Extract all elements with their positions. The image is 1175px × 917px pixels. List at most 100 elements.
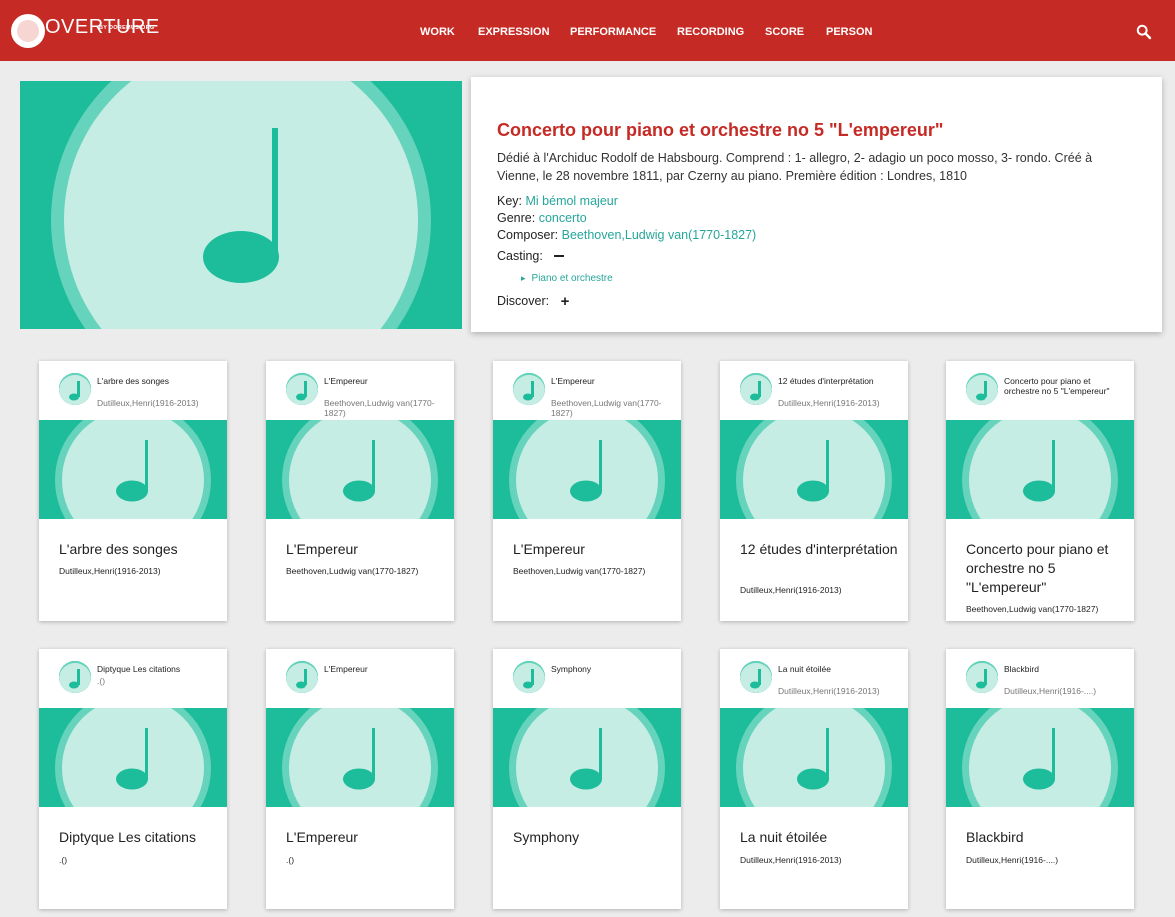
main-nav: WORK EXPRESSION PERFORMANCE RECORDING SC… bbox=[0, 26, 1175, 40]
work-card[interactable]: Blackbird Dutilleux,Henri(1916-....) Black… bbox=[946, 649, 1134, 909]
music-note-icon bbox=[20, 81, 462, 329]
nav-person[interactable]: PERSON bbox=[826, 26, 872, 38]
card-header: Concerto pour piano et orchestre no 5 "L… bbox=[946, 361, 1134, 420]
work-card[interactable]: L'Empereur Beethoven,Ludwig van(1770-1827… bbox=[493, 361, 681, 621]
work-description: Dédié à l'Archiduc Rodolf de Habsbourg. … bbox=[497, 151, 1093, 183]
card-small-title: Concerto pour piano et orchestre no 5 "L… bbox=[1004, 376, 1110, 396]
work-card[interactable]: L'arbre des songes Dutilleux,Henri(1916-2… bbox=[39, 361, 227, 621]
work-card[interactable]: Concerto pour piano et orchestre no 5 "L… bbox=[946, 361, 1134, 621]
card-cover-image bbox=[39, 708, 227, 807]
card-header: Diptyque Les citations .() bbox=[39, 649, 227, 708]
card-title[interactable]: Diptyque Les citations bbox=[59, 828, 219, 847]
card-music-note-icon bbox=[493, 708, 681, 807]
card-title[interactable]: L'Empereur bbox=[513, 540, 673, 559]
card-avatar-note-icon bbox=[513, 373, 545, 405]
casting-row: Casting: bbox=[497, 249, 565, 263]
nav-expression[interactable]: EXPRESSION bbox=[478, 26, 550, 38]
search-icon[interactable] bbox=[1136, 24, 1152, 40]
card-music-note-icon bbox=[39, 708, 227, 807]
card-small-title: 12 études d'interprétation bbox=[778, 376, 874, 386]
avatar-music-note-icon bbox=[59, 661, 91, 693]
work-title: Concerto pour piano et orchestre no 5 "L… bbox=[497, 120, 944, 140]
card-header: L'arbre des songes Dutilleux,Henri(1916-2… bbox=[39, 361, 227, 420]
nav-recording[interactable]: RECORDING bbox=[677, 26, 744, 38]
work-cover-image bbox=[20, 81, 462, 329]
card-composer: Dutilleux,Henri(1916-2013) bbox=[740, 585, 842, 595]
card-music-note-icon bbox=[946, 708, 1134, 807]
nav-score[interactable]: SCORE bbox=[765, 26, 804, 38]
card-header: L'Empereur bbox=[266, 649, 454, 708]
card-cover-image bbox=[946, 708, 1134, 807]
casting-item[interactable]: Piano et orchestre bbox=[521, 273, 613, 284]
card-cover-image bbox=[946, 420, 1134, 519]
card-title[interactable]: Symphony bbox=[513, 828, 673, 847]
card-avatar-note-icon bbox=[966, 373, 998, 405]
key-link[interactable]: Mi bémol majeur bbox=[526, 194, 618, 208]
card-title[interactable]: Blackbird bbox=[966, 828, 1126, 847]
card-title[interactable]: Concerto pour piano et orchestre no 5 "L… bbox=[966, 540, 1126, 597]
card-title[interactable]: L'arbre des songes bbox=[59, 540, 219, 559]
casting-label: Casting: bbox=[497, 249, 543, 263]
card-header: L'Empereur Beethoven,Ludwig van(1770-1827… bbox=[493, 361, 681, 420]
card-avatar-note-icon bbox=[740, 661, 772, 693]
card-title[interactable]: L'Empereur bbox=[286, 540, 446, 559]
card-music-note-icon bbox=[720, 420, 908, 519]
avatar-music-note-icon bbox=[966, 373, 998, 405]
genre-row: Genre: concerto bbox=[497, 211, 587, 225]
work-card[interactable]: L'Empereur L'Empereur .() bbox=[266, 649, 454, 909]
card-avatar-note-icon bbox=[286, 661, 318, 693]
genre-link[interactable]: concerto bbox=[539, 211, 587, 225]
card-cover-image bbox=[720, 420, 908, 519]
card-title[interactable]: La nuit étoilée bbox=[740, 828, 900, 847]
composer-row: Composer: Beethoven,Ludwig van(1770-1827… bbox=[497, 228, 756, 242]
work-card[interactable]: Symphony Symphony bbox=[493, 649, 681, 909]
card-avatar-note-icon bbox=[740, 373, 772, 405]
card-small-title: L'Empereur bbox=[324, 376, 368, 386]
card-cover-image bbox=[39, 420, 227, 519]
card-cover-image bbox=[266, 420, 454, 519]
card-header: Symphony bbox=[493, 649, 681, 708]
discover-row: Discover: + bbox=[497, 292, 570, 310]
avatar-music-note-icon bbox=[740, 373, 772, 405]
key-label: Key: bbox=[497, 194, 523, 208]
composer-link[interactable]: Beethoven,Ludwig van(1770-1827) bbox=[562, 228, 757, 242]
card-header: L'Empereur Beethoven,Ludwig van(1770-1827… bbox=[266, 361, 454, 420]
card-small-subtitle: Dutilleux,Henri(1916-....) bbox=[1004, 686, 1097, 696]
minus-icon[interactable] bbox=[554, 254, 565, 257]
card-small-subtitle: Dutilleux,Henri(1916-2013) bbox=[778, 686, 880, 696]
avatar-music-note-icon bbox=[513, 661, 545, 693]
avatar-music-note-icon bbox=[59, 373, 91, 405]
key-row: Key: Mi bémol majeur bbox=[497, 194, 618, 208]
card-avatar-note-icon bbox=[966, 661, 998, 693]
nav-work[interactable]: WORK bbox=[420, 26, 455, 38]
card-title[interactable]: L'Empereur bbox=[286, 828, 446, 847]
work-card[interactable]: La nuit étoilée Dutilleux,Henri(1916-2013… bbox=[720, 649, 908, 909]
work-card[interactable]: L'Empereur Beethoven,Ludwig van(1770-1827… bbox=[266, 361, 454, 621]
card-header: Blackbird Dutilleux,Henri(1916-....) bbox=[946, 649, 1134, 708]
card-small-title: Diptyque Les citations bbox=[97, 664, 181, 674]
card-title[interactable]: 12 études d'interprétation bbox=[740, 540, 900, 559]
work-card[interactable]: 12 études d'interprétation Dutilleux,Henr… bbox=[720, 361, 908, 621]
card-composer: .() bbox=[59, 855, 68, 865]
card-header: 12 études d'interprétation Dutilleux,Henr… bbox=[720, 361, 908, 420]
card-small-title: L'arbre des songes bbox=[97, 376, 170, 386]
card-composer: Beethoven,Ludwig van(1770-1827) bbox=[966, 604, 1099, 614]
card-small-title: La nuit étoilée bbox=[778, 664, 831, 674]
card-avatar-note-icon bbox=[59, 661, 91, 693]
nav-performance[interactable]: PERFORMANCE bbox=[570, 26, 656, 38]
card-avatar-note-icon bbox=[286, 373, 318, 405]
work-details-card: Concerto pour piano et orchestre no 5 "L… bbox=[471, 77, 1162, 332]
card-header: La nuit étoilée Dutilleux,Henri(1916-2013… bbox=[720, 649, 908, 708]
card-composer: .() bbox=[286, 855, 295, 865]
discover-label: Discover: bbox=[497, 294, 550, 308]
card-cover-image bbox=[493, 420, 681, 519]
card-music-note-icon bbox=[720, 708, 908, 807]
card-music-note-icon bbox=[266, 708, 454, 807]
card-composer: Dutilleux,Henri(1916-....) bbox=[966, 855, 1059, 865]
avatar-music-note-icon bbox=[286, 373, 318, 405]
card-small-title: L'Empereur bbox=[551, 376, 595, 386]
card-avatar-note-icon bbox=[59, 373, 91, 405]
plus-icon[interactable]: + bbox=[561, 293, 570, 310]
work-card[interactable]: Diptyque Les citations .() Diptyque Les ci… bbox=[39, 649, 227, 909]
card-music-note-icon bbox=[39, 420, 227, 519]
